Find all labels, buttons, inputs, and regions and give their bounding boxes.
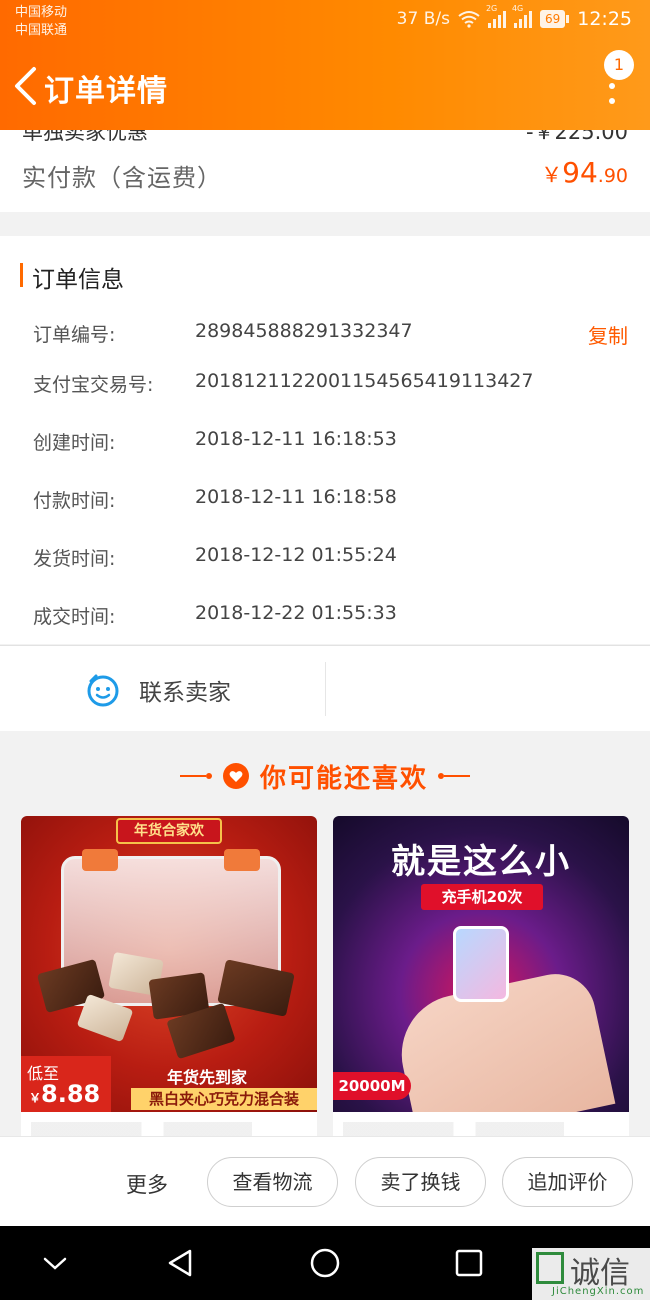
alipay-trade-row: 支付宝交易号: 2018121122001154565419113427 [33, 370, 628, 400]
info-label: 创建时间: [33, 432, 116, 454]
promo-line-2: 黑白夹心巧克力混合装 [131, 1088, 317, 1110]
page-title: 订单详情 [44, 74, 168, 109]
order-action-bar: 更多 查看物流 卖了换钱 追加评价 [0, 1136, 650, 1226]
nav-back-icon[interactable] [164, 1246, 198, 1280]
back-arrow-icon[interactable] [12, 66, 38, 106]
heading-right-ornament [438, 773, 470, 779]
signal-1-icon: 2G [486, 4, 506, 28]
chocolate-pieces-illustration [21, 946, 317, 1066]
chevron-down-icon[interactable] [38, 1246, 72, 1280]
contact-bar: 联系卖家 [0, 645, 650, 731]
product-subline: 充手机20次 [421, 884, 543, 910]
carrier-1: 中国移动 [15, 5, 68, 20]
promo-caption: 年货先到家 黑白夹心巧克力混合装 [131, 1062, 317, 1112]
signal-2-icon: 4G [512, 4, 532, 28]
net-speed: 37 B/s [396, 9, 450, 29]
info-label: 付款时间: [33, 490, 116, 512]
section-accent-bar [20, 263, 23, 287]
discount-amount: -￥225.00 [525, 130, 628, 144]
status-indicators: 37 B/s 2G 4G 69 12:25 [396, 4, 632, 30]
completed-time: 2018-12-22 01:55:33 [195, 602, 397, 624]
order-number-row: 订单编号: 289845888291332347 复制 [33, 320, 628, 350]
info-label: 支付宝交易号: [33, 374, 154, 396]
payment-summary: 单独卖家优惠 -￥225.00 实付款（含运费） ￥94.90 [0, 130, 650, 212]
battery-icon: 69 [539, 10, 570, 28]
shipped-time: 2018-12-12 01:55:24 [195, 544, 397, 566]
paid-dec: .90 [597, 165, 628, 187]
recommendations-heading: 你可能还喜欢 [12, 756, 638, 796]
status-carriers: 中国移动 中国联通 [15, 4, 67, 40]
promo-line-1: 年货先到家 [167, 1068, 248, 1087]
heart-icon [222, 763, 249, 789]
watermark-logo-icon [536, 1252, 564, 1284]
discount-label: 单独卖家优惠 [22, 130, 148, 144]
recommendations-title: 你可能还喜欢 [259, 763, 428, 794]
capacity-tag: 20000M [333, 1072, 411, 1100]
info-label: 发货时间: [33, 548, 116, 570]
signal-2-type: 4G [511, 4, 524, 13]
discount-row: 单独卖家优惠 -￥225.00 [22, 130, 628, 146]
contact-seller-button[interactable]: 联系卖家 [85, 672, 231, 708]
add-review-button[interactable]: 追加评价 [502, 1157, 633, 1207]
chat-face-icon [87, 674, 119, 707]
product-image: 就是这么小 充手机20次 20000M [333, 816, 629, 1112]
product-price: ￥8.88 [29, 1080, 100, 1108]
product-banner: 年货合家欢 [116, 818, 222, 844]
alipay-trade-number: 2018121122001154565419113427 [195, 370, 534, 392]
paid-time-row: 付款时间: 2018-12-11 16:18:58 [33, 486, 628, 516]
copy-order-number-button[interactable]: 复制 [588, 320, 628, 349]
carrier-2: 中国联通 [15, 23, 68, 38]
product-card-powerbank[interactable]: 就是这么小 充手机20次 20000M [333, 816, 629, 1146]
product-card-chocolate[interactable]: 年货合家欢 低至 ￥8.88 年货先到家 黑白夹心巧克力混合装 [21, 816, 317, 1146]
signal-1-type: 2G [485, 4, 498, 13]
nav-home-icon[interactable] [308, 1246, 342, 1280]
paid-label: 实付款（含运费） [22, 164, 222, 192]
order-info-title: 订单信息 [32, 267, 124, 293]
view-logistics-button[interactable]: 查看物流 [207, 1157, 338, 1207]
product-title-cropped [31, 1122, 307, 1136]
paid-currency: ￥ [541, 163, 563, 187]
heading-left-ornament [179, 773, 212, 779]
info-label: 成交时间: [33, 606, 116, 628]
product-title-cropped [343, 1122, 619, 1136]
divider [325, 662, 326, 716]
app-header: 中国移动 中国联通 37 B/s 2G 4G 69 12:25 订单详情 1 [0, 0, 650, 130]
wifi-icon [458, 11, 480, 28]
watermark-sub: JiChengXin.com [552, 1286, 645, 1297]
product-headline: 就是这么小 [391, 842, 571, 882]
product-image: 年货合家欢 低至 ￥8.88 年货先到家 黑白夹心巧克力混合装 [21, 816, 317, 1112]
order-info-section: 订单信息 订单编号: 289845888291332347 复制 支付宝交易号:… [0, 236, 650, 644]
price-value: 8.88 [41, 1080, 101, 1108]
status-time: 12:25 [577, 8, 632, 30]
created-time: 2018-12-11 16:18:53 [195, 428, 397, 450]
power-bank-illustration [453, 926, 509, 1002]
completed-time-row: 成交时间: 2018-12-22 01:55:33 [33, 602, 628, 632]
nav-recent-apps-icon[interactable] [452, 1246, 486, 1280]
order-number: 289845888291332347 [195, 320, 413, 342]
price-currency: ￥ [29, 1091, 42, 1105]
battery-level: 69 [539, 10, 566, 28]
recommendations-section: 你可能还喜欢 年货合家欢 低至 ￥8.88 年货先到家 黑白夹心巧克力混合装 就… [12, 744, 638, 1146]
paid-time: 2018-12-11 16:18:58 [195, 486, 397, 508]
resell-button[interactable]: 卖了换钱 [355, 1157, 486, 1207]
contact-seller-label: 联系卖家 [139, 680, 231, 706]
paid-amount: ￥94.90 [541, 156, 628, 189]
shipped-time-row: 发货时间: 2018-12-12 01:55:24 [33, 544, 628, 574]
message-badge[interactable]: 1 [604, 50, 634, 80]
site-watermark: 诚信 JiChengXin.com [532, 1248, 650, 1300]
created-time-row: 创建时间: 2018-12-11 16:18:53 [33, 428, 628, 458]
price-tag: 低至 ￥8.88 [21, 1056, 111, 1112]
paid-int: 94 [562, 156, 598, 189]
info-label: 订单编号: [33, 324, 116, 346]
more-actions-button[interactable]: 更多 [126, 1169, 168, 1199]
